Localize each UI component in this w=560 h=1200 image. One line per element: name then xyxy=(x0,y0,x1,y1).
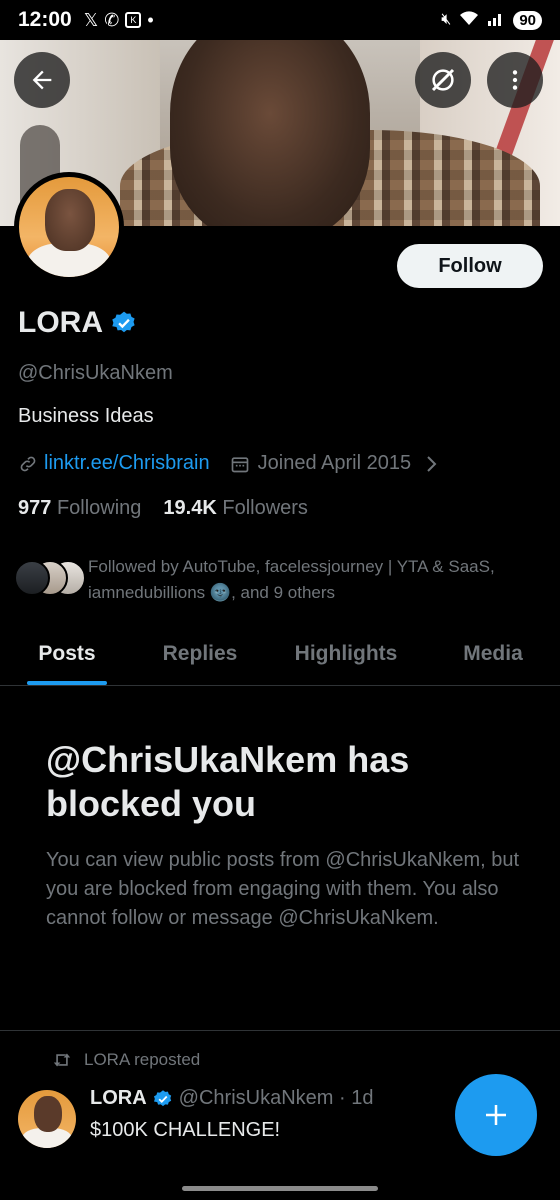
arrow-left-icon xyxy=(32,70,52,90)
followers-stat[interactable]: 19.4K Followers xyxy=(163,497,308,520)
tab-highlights[interactable]: Highlights xyxy=(266,628,426,685)
signal-icon xyxy=(487,10,505,31)
followers-label: Followers xyxy=(222,497,308,519)
system-icons: 🔇︎ 90 xyxy=(441,10,542,31)
follow-stats: 977 Following 19.4K Followers xyxy=(18,497,308,520)
post-author-handle-time: @ChrisUkaNkem · 1d xyxy=(178,1087,374,1109)
profile-link[interactable]: linktr.ee/Chrisbrain xyxy=(44,452,210,475)
verified-badge-icon[interactable] xyxy=(111,310,137,336)
battery-indicator: 90 xyxy=(513,10,542,30)
grok-button[interactable] xyxy=(415,52,471,108)
tab-media[interactable]: Media xyxy=(426,628,560,685)
grok-icon xyxy=(431,68,455,92)
tab-posts[interactable]: Posts xyxy=(0,628,134,685)
post-text[interactable]: $100K CHALLENGE! xyxy=(90,1119,280,1142)
dot-icon: • xyxy=(147,9,154,30)
back-button[interactable] xyxy=(14,52,70,108)
following-count: 977 xyxy=(18,497,52,519)
app-notification-icon: K xyxy=(125,12,142,28)
post-author-avatar[interactable] xyxy=(18,1090,76,1148)
calendar-icon xyxy=(231,456,248,472)
profile-handle: @ChrisUkaNkem xyxy=(18,362,173,384)
profile-meta: linktr.ee/Chrisbrain Joined April 2015 xyxy=(18,452,439,475)
profile-name: LORA xyxy=(18,306,103,339)
avatar-image xyxy=(19,177,119,277)
avatar-face xyxy=(45,189,95,251)
follower-avatar xyxy=(14,560,50,596)
more-options-button[interactable] xyxy=(487,52,543,108)
follow-button[interactable]: Follow xyxy=(397,244,543,288)
followers-count: 19.4K xyxy=(163,497,217,519)
followed-by-avatars xyxy=(14,560,86,596)
home-indicator[interactable] xyxy=(182,1186,378,1191)
followed-by-row[interactable]: Followed by AutoTube, facelessjourney | … xyxy=(14,554,508,606)
post-header: LORA @ChrisUkaNkem · 1d xyxy=(90,1087,373,1110)
verified-badge-icon xyxy=(153,1089,171,1106)
notification-icons: 𝕏 ✆ K • xyxy=(84,10,154,31)
repost-indicator: LORA reposted xyxy=(52,1050,200,1070)
more-vertical-icon xyxy=(512,70,518,90)
wifi-icon xyxy=(459,10,479,31)
compose-post-button[interactable] xyxy=(455,1074,537,1156)
mute-icon: 🔇︎ xyxy=(441,11,452,28)
profile-name-row: LORA xyxy=(18,306,137,340)
profile-avatar[interactable] xyxy=(14,172,124,282)
whatsapp-icon: ✆ xyxy=(104,9,120,30)
blocked-description: You can view public posts from @ChrisUka… xyxy=(46,849,520,929)
following-label: Following xyxy=(56,497,142,519)
x-app-icon: 𝕏 xyxy=(83,9,99,30)
tab-replies[interactable]: Replies xyxy=(134,628,266,685)
following-stat[interactable]: 977 Following xyxy=(18,497,141,520)
joined-date: Joined April 2015 xyxy=(257,452,412,474)
post-author-name[interactable]: LORA xyxy=(90,1087,147,1110)
chevron-right-icon[interactable] xyxy=(425,455,439,473)
followed-by-text: Followed by AutoTube, facelessjourney | … xyxy=(88,557,495,602)
link-icon xyxy=(20,456,36,471)
plus-icon xyxy=(486,1105,506,1125)
profile-bio: Business Ideas xyxy=(18,405,154,427)
status-bar: 12:00 𝕏 ✆ K • 🔇︎ 90 xyxy=(0,0,560,40)
profile-tabs: Posts Replies Highlights Media xyxy=(0,628,560,686)
banner-face xyxy=(170,40,370,226)
post-avatar-face xyxy=(34,1096,62,1132)
blocked-title: @ChrisUkaNkem has blocked you xyxy=(46,739,410,824)
divider xyxy=(0,1030,560,1031)
repost-icon xyxy=(53,1053,71,1067)
status-time: 12:00 xyxy=(18,8,72,31)
repost-label: LORA reposted xyxy=(84,1050,201,1069)
